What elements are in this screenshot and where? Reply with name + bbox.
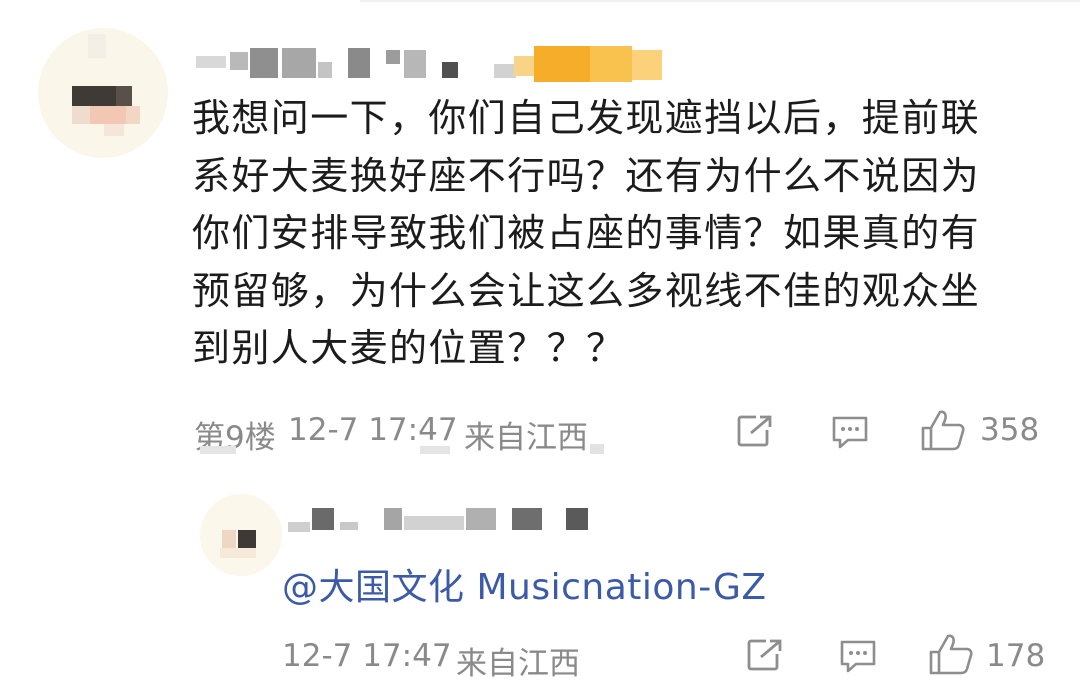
avatar[interactable] xyxy=(38,28,168,158)
comment-line: 我想问一下，你们自己发现遮挡以后，提前联 xyxy=(192,96,981,140)
comment-timestamp: 12-7 17:47 xyxy=(288,412,458,448)
reply-location: 来自江西 xyxy=(456,646,580,682)
reply-timestamp: 12-7 17:47 xyxy=(282,638,452,674)
share-icon[interactable] xyxy=(736,414,774,448)
comment-icon[interactable] xyxy=(838,638,878,674)
comment-line: 系好大麦换好座不行吗？还有为什么不说因为 xyxy=(192,153,981,198)
comment-line: 你们安排导致我们被占座的事情？如果真的有 xyxy=(192,211,981,255)
comment-icon[interactable] xyxy=(830,414,870,450)
redaction-mark xyxy=(420,446,450,454)
like-count: 178 xyxy=(986,638,1046,674)
comment-location: 来自江西 xyxy=(464,420,588,456)
comment-line: 到别人大麦的位置？？？ xyxy=(192,326,626,370)
comment-body: 我想问一下，你们自己发现遮挡以后，提前联 系好大麦换好座不行吗？还有为什么不说因… xyxy=(192,90,1052,378)
avatar[interactable] xyxy=(200,494,282,576)
thumbs-up-icon[interactable] xyxy=(928,632,974,676)
comment-item: 我想问一下，你们自己发现遮挡以后，提前联 系好大麦换好座不行吗？还有为什么不说因… xyxy=(0,0,1080,470)
mention-link[interactable]: @大国文化 Musicnation-GZ xyxy=(282,558,767,610)
share-icon[interactable] xyxy=(746,638,784,672)
redaction-mark xyxy=(200,446,236,454)
comment-line: 预留够，为什么会让这么多视线不佳的观众坐 xyxy=(192,268,981,313)
redaction-mark xyxy=(590,444,604,454)
like-count: 358 xyxy=(980,412,1040,448)
thumbs-up-icon[interactable] xyxy=(920,408,966,452)
